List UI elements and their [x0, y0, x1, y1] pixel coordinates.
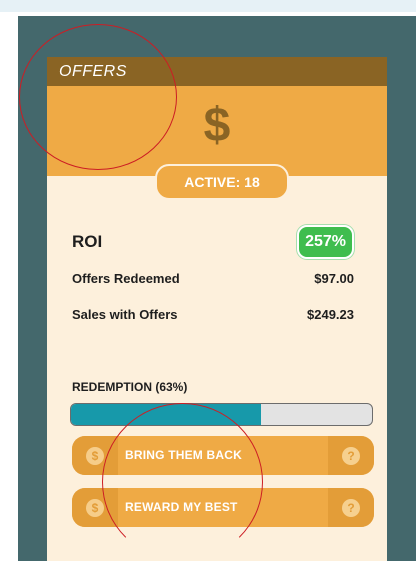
- top-strip: [0, 0, 416, 12]
- roi-value-badge: 257%: [297, 225, 354, 259]
- active-offers-badge[interactable]: ACTIVE: 18: [155, 164, 289, 200]
- help-button[interactable]: ?: [328, 436, 374, 475]
- dollar-coin-icon: $: [86, 446, 104, 465]
- roi-label: ROI: [72, 232, 103, 251]
- roi-row: ROI 257%: [72, 225, 354, 259]
- redemption-label: REDEMPTION (63%): [72, 380, 188, 394]
- sales-with-offers-value: $249.23: [307, 307, 354, 322]
- offers-redeemed-value: $97.00: [314, 271, 354, 286]
- help-button[interactable]: ?: [328, 488, 374, 527]
- sales-with-offers-label: Sales with Offers: [72, 307, 178, 322]
- help-icon: ?: [342, 498, 360, 517]
- annotation-circle-offers: [19, 24, 177, 170]
- help-icon: ?: [342, 446, 360, 465]
- sales-with-offers-row: Sales with Offers $249.23: [72, 307, 354, 322]
- offers-redeemed-label: Offers Redeemed: [72, 271, 180, 286]
- dollar-coin-icon: $: [86, 498, 104, 517]
- annotation-circle-actions: [102, 403, 263, 561]
- offers-redeemed-row: Offers Redeemed $97.00: [72, 271, 354, 286]
